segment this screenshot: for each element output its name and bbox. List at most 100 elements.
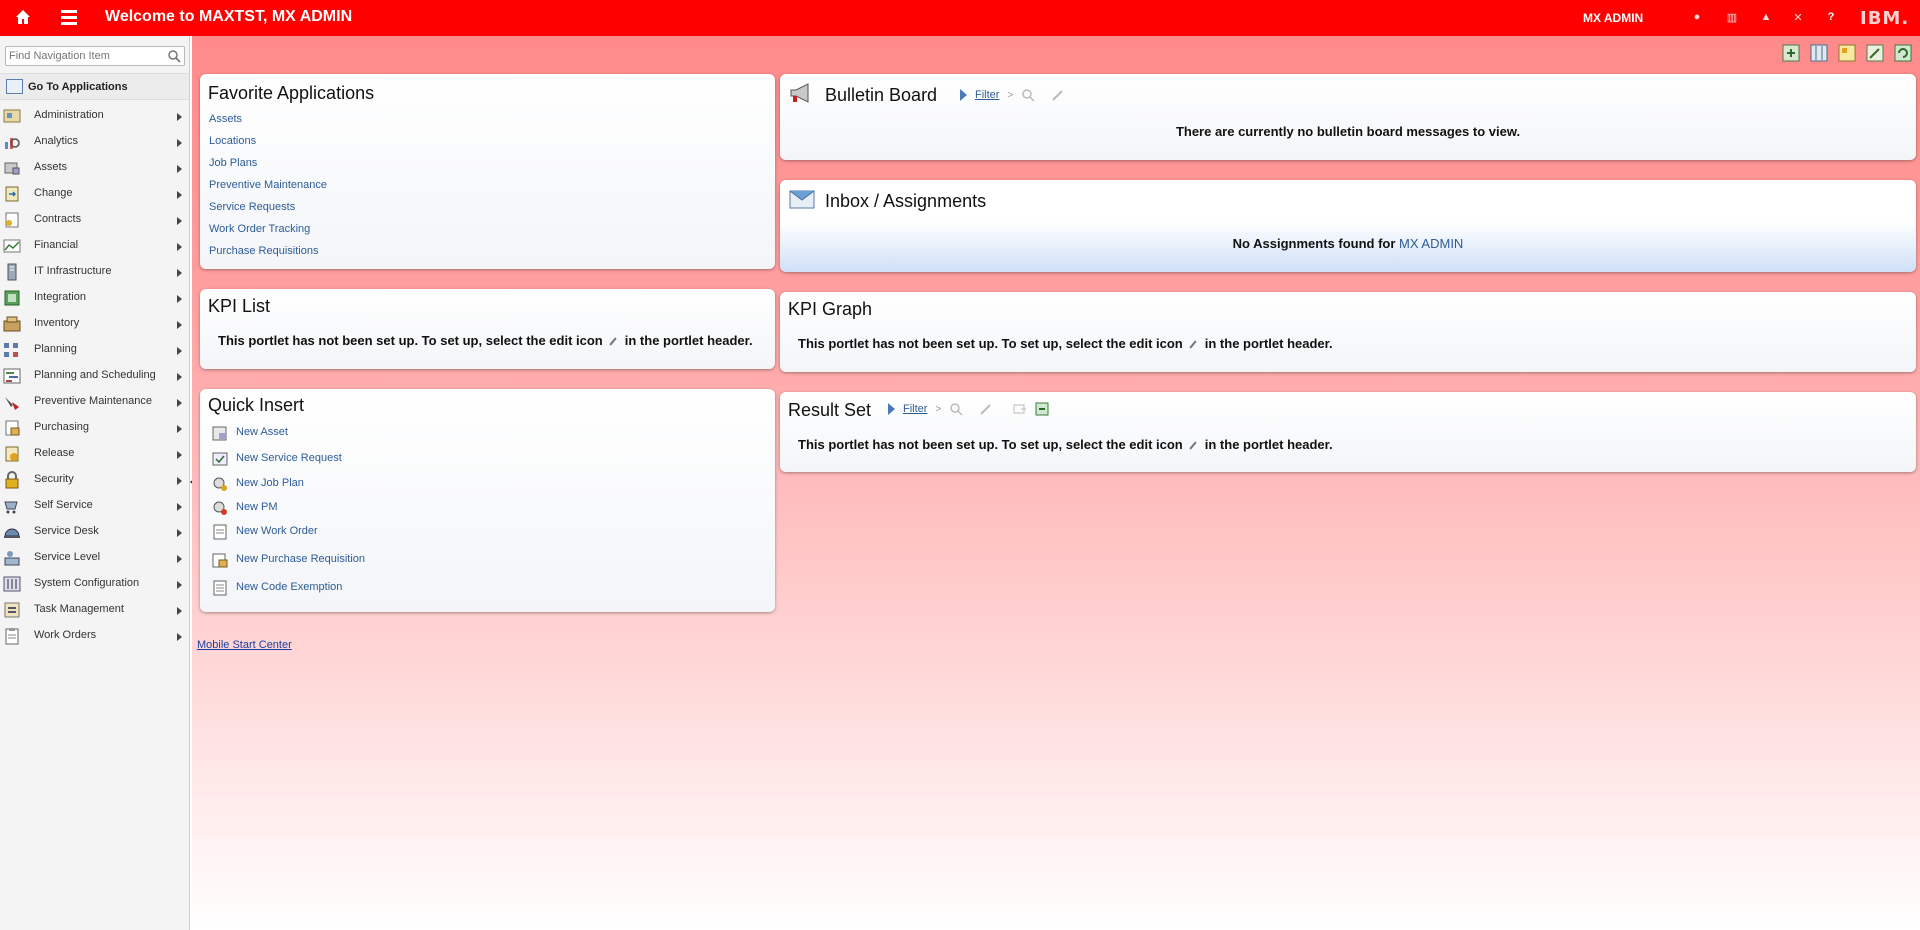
self-service-icon <box>4 501 18 514</box>
find-navigation-field <box>5 46 185 66</box>
nav-item-financial[interactable]: Financial <box>0 233 189 259</box>
signout-icon[interactable]: ✕ <box>1791 10 1805 24</box>
nav-item-security[interactable]: Security <box>0 467 189 493</box>
alert-icon[interactable]: ● <box>1690 10 1704 24</box>
nav-item-label: Financial <box>34 239 79 251</box>
favorite-link-locations[interactable]: Locations <box>209 135 256 147</box>
inbox-user-link[interactable]: MX ADMIN <box>1399 236 1463 251</box>
navigation-sidebar: Go To Applications Administration Analyt… <box>0 36 190 930</box>
inbox-envelope-icon <box>789 190 815 209</box>
add-portlet-icon[interactable] <box>1782 44 1800 62</box>
kpi-graph-portlet: KPI Graph This portlet has not been set … <box>780 292 1916 372</box>
portlet-title: Bulletin Board <box>825 85 938 105</box>
quick-insert-portlet: Quick Insert New Asset New Service Reque… <box>200 389 775 612</box>
inventory-icon <box>3 316 21 332</box>
bulletin-message: There are currently no bulletin board me… <box>1175 124 1521 139</box>
nav-item-label: Analytics <box>34 135 79 147</box>
home-icon[interactable] <box>13 7 33 27</box>
nav-item-planning[interactable]: Planning <box>0 337 189 363</box>
favorite-link-preventive-maintenance[interactable]: Preventive Maintenance <box>209 179 327 191</box>
clear-filter-icon[interactable] <box>979 402 993 416</box>
nav-item-self-service[interactable]: Self Service <box>0 493 189 519</box>
inbox-message-text: No Assignments found for <box>1232 236 1400 251</box>
new-service-request-icon <box>212 452 228 466</box>
nav-item-integration[interactable]: Integration <box>0 285 189 311</box>
chevron-right-icon <box>177 373 182 381</box>
nav-item-label: Work Orders <box>34 629 97 641</box>
nav-item-analytics[interactable]: Analytics <box>0 129 189 155</box>
nav-item-purchasing[interactable]: Purchasing <box>0 415 189 441</box>
new-pm-icon <box>213 501 227 515</box>
chevron-right-icon <box>177 165 182 173</box>
planning-scheduling-icon <box>3 368 21 384</box>
clear-filter-icon[interactable] <box>1051 88 1065 102</box>
new-purchase-requisition-icon <box>212 553 228 568</box>
nav-item-planning-and-scheduling[interactable]: Planning and Scheduling <box>0 363 189 389</box>
filter-toggle-icon[interactable] <box>888 403 895 415</box>
new-code-exemption-icon <box>213 580 227 596</box>
nav-item-label: Integration <box>34 291 86 303</box>
setup-text-end: in the portlet header. <box>1204 336 1333 351</box>
chevron-right-icon <box>177 321 182 329</box>
quick-insert-label: New Asset <box>236 426 288 438</box>
kpi-list-portlet: KPI List This portlet has not been set u… <box>200 289 775 369</box>
favorite-link-service-requests[interactable]: Service Requests <box>209 201 295 213</box>
nav-item-contracts[interactable]: Contracts <box>0 207 189 233</box>
search-icon[interactable] <box>167 49 181 63</box>
nav-item-system-configuration[interactable]: System Configuration <box>0 571 189 597</box>
nav-item-release[interactable]: Release <box>0 441 189 467</box>
quick-insert-label: New Work Order <box>236 525 318 537</box>
favorite-link-purchase-requisitions[interactable]: Purchase Requisitions <box>209 245 318 257</box>
nav-item-inventory[interactable]: Inventory <box>0 311 189 337</box>
favorite-link-job-plans[interactable]: Job Plans <box>209 157 257 169</box>
layout-icon[interactable] <box>1810 44 1828 62</box>
quick-insert-label: New Code Exemption <box>236 581 343 593</box>
nav-item-label: Contracts <box>34 213 82 225</box>
page-title: Welcome to MAXTST, MX ADMIN <box>105 8 353 25</box>
reports-icon[interactable]: ▥ <box>1725 10 1739 24</box>
start-center-toolbar <box>1782 44 1912 62</box>
user-name[interactable]: MX ADMIN <box>1583 11 1643 25</box>
open-application-icon[interactable] <box>1035 402 1049 416</box>
profile-icon[interactable]: ▲ <box>1759 10 1773 24</box>
favorite-link-assets[interactable]: Assets <box>209 113 242 125</box>
inbox-message: No Assignments found for MX ADMIN <box>780 236 1916 251</box>
new-work-order-icon <box>213 524 227 540</box>
manage-templates-icon[interactable] <box>1838 44 1856 62</box>
go-to-applications[interactable]: Go To Applications <box>0 73 189 100</box>
favorite-link-work-order-tracking[interactable]: Work Order Tracking <box>209 223 310 235</box>
mobile-start-center-link[interactable]: Mobile Start Center <box>197 639 292 651</box>
refresh-icon[interactable] <box>1894 44 1912 62</box>
pencil-icon <box>1189 340 1199 350</box>
work-orders-icon <box>5 628 19 645</box>
edit-start-center-icon[interactable] <box>1866 44 1884 62</box>
nav-item-it-infrastructure[interactable]: IT Infrastructure <box>0 259 189 285</box>
nav-item-label: Security <box>34 473 74 485</box>
find-navigation-input[interactable] <box>6 47 156 65</box>
nav-item-task-management[interactable]: Task Management <box>0 597 189 623</box>
nav-item-administration[interactable]: Administration <box>0 103 189 129</box>
setup-text-end: in the portlet header. <box>1204 437 1333 452</box>
nav-item-label: Self Service <box>34 499 93 511</box>
magnifier-icon[interactable] <box>1021 88 1035 102</box>
filter-link[interactable]: Filter <box>903 403 927 415</box>
nav-item-assets[interactable]: Assets <box>0 155 189 181</box>
nav-item-change[interactable]: Change <box>0 181 189 207</box>
nav-item-label: Preventive Maintenance <box>34 395 153 407</box>
magnifier-icon[interactable] <box>949 402 963 416</box>
chevron-right-icon <box>177 191 182 199</box>
download-icon[interactable] <box>1013 402 1027 416</box>
nav-item-preventive-maintenance[interactable]: Preventive Maintenance <box>0 389 189 415</box>
nav-item-service-desk[interactable]: Service Desk <box>0 519 189 545</box>
nav-item-service-level[interactable]: Service Level <box>0 545 189 571</box>
filter-link[interactable]: Filter <box>975 89 999 101</box>
chevron-right-icon <box>177 581 182 589</box>
menu-icon[interactable] <box>58 7 80 27</box>
filter-toggle-icon[interactable] <box>960 89 967 101</box>
help-icon[interactable]: ? <box>1824 10 1838 24</box>
result-set-filter-bar: Filter > <box>888 402 1049 416</box>
separator-icon: > <box>1007 89 1014 101</box>
quick-insert-label: New PM <box>236 501 278 513</box>
nav-item-work-orders[interactable]: Work Orders <box>0 623 189 649</box>
portlet-title: KPI List <box>208 296 271 316</box>
